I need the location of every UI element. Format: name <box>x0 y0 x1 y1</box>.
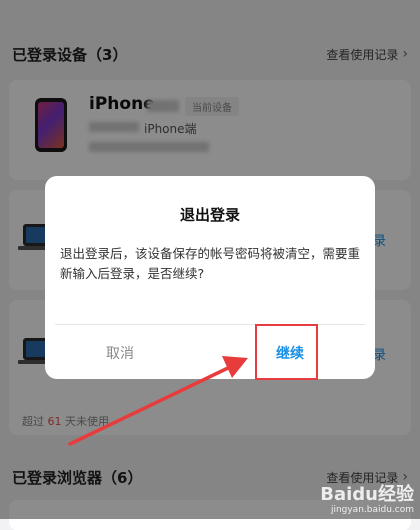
dialog-title: 退出登录 <box>179 206 240 224</box>
watermark-logo: Baidu经验 <box>320 484 414 505</box>
cancel-button[interactable]: 取消 <box>45 326 195 379</box>
watermark-url: jingyan.baidu.com <box>330 505 414 515</box>
highlight-box <box>255 324 318 380</box>
logout-dialog: 退出登录 退出登录后，该设备保存的帐号密码将被清空，需要重新输入后登录，是否继续… <box>45 176 375 379</box>
dialog-message: 退出登录后，该设备保存的帐号密码将被清空，需要重新输入后登录，是否继续? <box>60 246 361 281</box>
dialog-divider <box>55 324 365 325</box>
baidu-watermark: Baidu经验 jingyan.baidu.com <box>320 484 414 516</box>
